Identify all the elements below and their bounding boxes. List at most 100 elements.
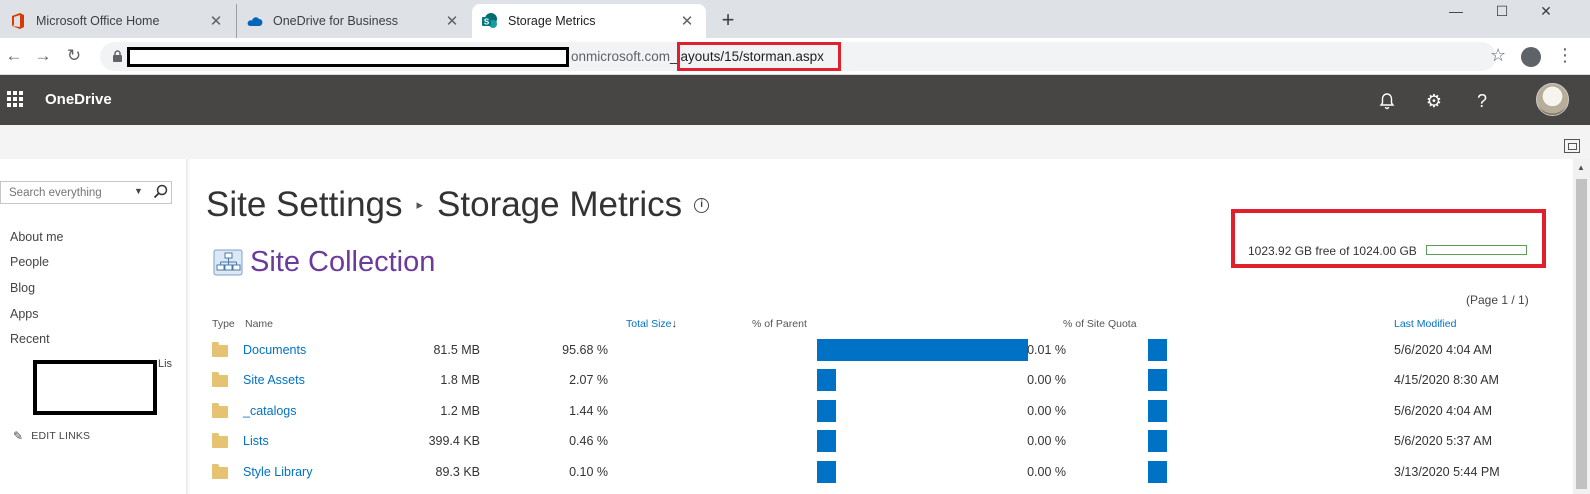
column-header-last-modified[interactable]: Last Modified — [1394, 318, 1456, 330]
window-close-icon[interactable]: ✕ — [1524, 0, 1568, 24]
app-name[interactable]: OneDrive — [45, 91, 112, 108]
nav-link-people[interactable]: People — [10, 255, 49, 269]
row-total-size: 399.4 KB — [428, 434, 480, 448]
url-highlight-box — [677, 42, 841, 71]
row-name-link[interactable]: Documents — [243, 343, 306, 357]
redacted-url-block — [127, 47, 569, 67]
table-row: Style Library 89.3 KB 0.10 % 0.00 % 3/13/202… — [210, 461, 1540, 491]
section-header: Site Collection — [213, 246, 435, 279]
close-tab-icon[interactable]: ✕ — [207, 12, 225, 30]
suite-bar: OneDrive ⚙ ? — [0, 75, 1590, 125]
focus-mode-icon[interactable] — [1564, 139, 1580, 153]
search-icon[interactable] — [153, 184, 168, 199]
folder-icon — [212, 372, 228, 387]
close-tab-icon[interactable]: ✕ — [678, 12, 696, 30]
search-box[interactable]: ▼ — [0, 181, 172, 204]
total-size-label: Total Size — [626, 318, 672, 330]
vertical-scrollbar[interactable]: ▲ — [1573, 159, 1590, 494]
row-pct-quota: 0.00 % — [1027, 373, 1066, 387]
nav-link-recent[interactable]: Recent — [10, 332, 50, 346]
avatar[interactable] — [1536, 83, 1569, 116]
scrollbar-thumb[interactable] — [1576, 179, 1587, 489]
site-hierarchy-icon — [213, 249, 243, 275]
reload-icon[interactable]: ↻ — [64, 46, 84, 66]
row-name-link[interactable]: Lists — [243, 434, 269, 448]
table-row: Site Assets 1.8 MB 2.07 % 0.00 % 4/15/2020 8… — [210, 369, 1540, 399]
bell-icon[interactable] — [1375, 89, 1399, 113]
browser-tab-storage-metrics[interactable]: S Storage Metrics ✕ — [472, 4, 706, 38]
table-row: Lists 399.4 KB 0.46 % 0.00 % 5/6/2020 5:37 A… — [210, 430, 1540, 460]
column-header-total-size[interactable]: Total Size↓ — [626, 318, 677, 330]
svg-text:S: S — [484, 18, 490, 27]
tab-label: OneDrive for Business — [273, 14, 399, 28]
close-tab-icon[interactable]: ✕ — [443, 12, 461, 30]
column-header-pct-quota: % of Site Quota — [1063, 318, 1137, 330]
more-menu-icon[interactable]: ⋮ — [1556, 45, 1574, 66]
browser-tab-strip: Microsoft Office Home ✕ OneDrive for Bus… — [0, 0, 1590, 38]
edit-links-label: EDIT LINKS — [31, 430, 91, 442]
row-pct-quota: 0.00 % — [1027, 404, 1066, 418]
row-last-modified: 5/6/2020 4:04 AM — [1394, 343, 1492, 357]
row-name-link[interactable]: Style Library — [243, 465, 312, 479]
scroll-up-icon[interactable]: ▲ — [1577, 163, 1585, 172]
search-input[interactable] — [9, 185, 127, 201]
page-title-text: Storage Metrics — [437, 185, 683, 224]
table-row: Documents 81.5 MB 95.68 % 0.01 % 5/6/2020 4:… — [210, 339, 1540, 369]
pct-quota-bar — [1148, 430, 1167, 452]
column-header-type: Type — [212, 318, 235, 330]
bookmark-star-icon[interactable]: ☆ — [1490, 45, 1506, 66]
app-launcher-icon[interactable] — [7, 91, 23, 107]
row-total-size: 1.2 MB — [440, 404, 480, 418]
table-row: _catalogs 1.2 MB 1.44 % 0.00 % 5/6/2020 4:04… — [210, 400, 1540, 430]
search-scope-dropdown-icon[interactable]: ▼ — [134, 186, 143, 196]
column-header-name[interactable]: Name — [245, 318, 273, 330]
back-arrow-icon[interactable]: ← — [4, 46, 24, 66]
nav-link-blog[interactable]: Blog — [10, 281, 35, 295]
pct-quota-bar — [1148, 369, 1167, 391]
ribbon-bar — [0, 125, 1590, 159]
sharepoint-icon: S — [482, 13, 498, 29]
nav-link-about-me[interactable]: About me — [10, 230, 64, 244]
nav-link-apps[interactable]: Apps — [10, 307, 39, 321]
quota-text: 1023.92 GB free of 1024.00 GB — [1248, 244, 1417, 258]
row-total-size: 1.8 MB — [440, 373, 480, 387]
maximize-icon[interactable]: ☐ — [1480, 0, 1524, 24]
tab-label: Storage Metrics — [508, 14, 596, 28]
browser-tab-onedrive[interactable]: OneDrive for Business ✕ — [236, 4, 471, 38]
pct-parent-bar — [817, 339, 1029, 361]
recent-item-tail[interactable]: Lis — [158, 358, 172, 370]
tab-label: Microsoft Office Home — [36, 14, 160, 28]
quota-highlight-box — [1231, 209, 1546, 268]
page-title: Site Settings ▸ Storage Metrics i — [206, 185, 710, 225]
profile-icon[interactable] — [1521, 47, 1541, 67]
office-icon — [10, 13, 26, 29]
edit-links-button[interactable]: ✎ EDIT LINKS — [13, 429, 90, 443]
row-last-modified: 5/6/2020 4:04 AM — [1394, 404, 1492, 418]
breadcrumb-site-settings[interactable]: Site Settings — [206, 185, 403, 225]
info-icon[interactable]: i — [694, 197, 710, 213]
pencil-icon: ✎ — [13, 429, 24, 443]
pct-parent-bar — [817, 400, 836, 422]
minimize-icon[interactable]: — — [1434, 0, 1478, 24]
row-pct-parent: 0.46 % — [569, 434, 608, 448]
sort-descending-icon: ↓ — [671, 318, 678, 330]
row-pct-parent: 95.68 % — [562, 343, 608, 357]
browser-tab-office-home[interactable]: Microsoft Office Home ✕ — [0, 4, 235, 38]
pct-quota-bar — [1148, 400, 1167, 422]
breadcrumb-separator-icon: ▸ — [416, 197, 424, 212]
quota-usage-bar — [1426, 245, 1527, 255]
row-total-size: 89.3 KB — [435, 465, 480, 479]
row-pct-quota: 0.00 % — [1027, 434, 1066, 448]
pct-quota-bar — [1148, 339, 1167, 361]
folder-icon — [212, 403, 228, 418]
row-pct-parent: 0.10 % — [569, 465, 608, 479]
onedrive-cloud-icon — [247, 13, 263, 29]
row-name-link[interactable]: Site Assets — [243, 373, 305, 387]
redacted-recent-block — [33, 360, 157, 415]
new-tab-button[interactable]: + — [716, 9, 740, 33]
help-icon[interactable]: ? — [1470, 89, 1494, 113]
forward-arrow-icon[interactable]: → — [33, 46, 53, 66]
main-content: Site Settings ▸ Storage Metrics i Site C… — [190, 159, 1573, 494]
gear-icon[interactable]: ⚙ — [1422, 89, 1446, 113]
row-name-link[interactable]: _catalogs — [243, 404, 297, 418]
